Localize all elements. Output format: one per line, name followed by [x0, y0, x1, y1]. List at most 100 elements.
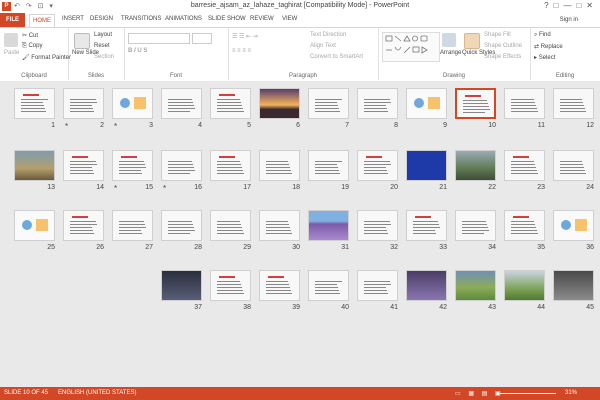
select-button[interactable]: ▸ Select — [534, 54, 555, 61]
slide-text-line — [511, 108, 537, 109]
help-icon[interactable]: ? — [544, 1, 553, 10]
slide-thumbnail-37[interactable] — [161, 270, 202, 301]
tab-transitions[interactable]: TRANSITIONS — [121, 16, 161, 22]
font-size-select[interactable] — [192, 33, 212, 44]
shapes-gallery[interactable] — [382, 32, 440, 62]
section-button[interactable]: Section — [94, 54, 114, 60]
slide-thumbnail-38[interactable] — [210, 270, 251, 301]
maximize-icon[interactable]: □ — [576, 1, 586, 10]
tab-view[interactable]: VIEW — [282, 16, 297, 22]
bullets-icon[interactable]: ☰ ☰ ⇤ ⇥ — [232, 33, 258, 40]
slide-thumbnail-25[interactable] — [14, 210, 55, 241]
ribbon-display-icon[interactable]: □ — [554, 1, 564, 10]
find-button[interactable]: ⌕ Find — [534, 32, 551, 39]
language-indicator[interactable]: ENGLISH (UNITED STATES) — [58, 390, 136, 396]
arrange-button[interactable]: Arrange — [440, 50, 461, 56]
slide-thumbnail-12[interactable] — [553, 88, 594, 119]
slide-thumbnail-31[interactable] — [308, 210, 349, 241]
shape-effects-button[interactable]: Shape Effects — [484, 54, 521, 60]
slide-thumbnail-22[interactable] — [455, 150, 496, 181]
slide-thumbnail-24[interactable] — [553, 150, 594, 181]
slide-thumbnail-32[interactable] — [357, 210, 398, 241]
tab-animations[interactable]: ANIMATIONS — [165, 16, 202, 22]
slide-thumbnail-30[interactable] — [259, 210, 300, 241]
slide-thumbnail-7[interactable] — [308, 88, 349, 119]
slide-thumbnail-18[interactable] — [259, 150, 300, 181]
slide-thumbnail-13[interactable] — [14, 150, 55, 181]
cut-button[interactable]: ✂ Cut — [22, 32, 38, 39]
slide-thumbnail-40[interactable] — [308, 270, 349, 301]
paste-button[interactable]: Paste — [4, 50, 19, 56]
slide-thumbnail-27[interactable] — [112, 210, 153, 241]
slide-thumbnail-17[interactable] — [210, 150, 251, 181]
minimize-icon[interactable]: — — [563, 1, 576, 10]
shape-fill-button[interactable]: Shape Fill — [484, 32, 511, 38]
ribbon: Paste ✂ Cut ⎘ Copy 🖌 Format Painter Clip… — [0, 27, 600, 82]
slide-thumbnail-1[interactable] — [14, 88, 55, 119]
format-painter-button[interactable]: 🖌 Format Painter — [22, 54, 71, 61]
slide-thumbnail-39[interactable] — [259, 270, 300, 301]
tab-insert[interactable]: INSERT — [62, 16, 84, 22]
slide-thumbnail-21[interactable] — [406, 150, 447, 181]
slide-thumbnail-10[interactable] — [455, 88, 496, 119]
slide-thumbnail-4[interactable] — [161, 88, 202, 119]
slide-thumbnail-44[interactable] — [504, 270, 545, 301]
sign-in-link[interactable]: Sign in — [560, 17, 578, 23]
text-direction-button[interactable]: Text Direction — [310, 32, 346, 38]
slide-thumbnail-5[interactable] — [210, 88, 251, 119]
font-family-select[interactable] — [128, 33, 190, 44]
slide-thumbnail-45[interactable] — [553, 270, 594, 301]
slide-thumbnail-29[interactable] — [210, 210, 251, 241]
slide-thumbnail-41[interactable] — [357, 270, 398, 301]
slide-thumbnail-35[interactable] — [504, 210, 545, 241]
slide-thumbnail-33[interactable] — [406, 210, 447, 241]
arrange-icon[interactable] — [442, 33, 456, 47]
slide-thumbnail-36[interactable] — [553, 210, 594, 241]
close-icon[interactable]: ✕ — [586, 1, 598, 10]
slide-thumbnail-2[interactable] — [63, 88, 104, 119]
window-controls[interactable]: ?□—□✕ — [544, 1, 598, 10]
bold-icon[interactable]: B I U S — [128, 48, 147, 54]
slide-thumbnail-28[interactable] — [161, 210, 202, 241]
tab-slide-show[interactable]: SLIDE SHOW — [208, 16, 246, 22]
align-icon[interactable]: ≡ ≡ ≡ ≡ — [232, 48, 251, 54]
slide-thumbnail-6[interactable] — [259, 88, 300, 119]
copy-button[interactable]: ⎘ Copy — [22, 43, 42, 50]
slide-thumbnail-20[interactable] — [357, 150, 398, 181]
view-buttons-icon[interactable]: ▭ ▦ ▤ ▣ — [455, 390, 504, 397]
align-text-button[interactable]: Align Text — [310, 43, 336, 49]
slide-thumbnail-19[interactable] — [308, 150, 349, 181]
tab-review[interactable]: REVIEW — [250, 16, 274, 22]
tab-design[interactable]: DESIGN — [90, 16, 113, 22]
reset-button[interactable]: Reset — [94, 43, 110, 49]
slide-thumbnail-26[interactable] — [63, 210, 104, 241]
slide-thumbnail-14[interactable] — [63, 150, 104, 181]
new-slide-icon[interactable] — [74, 33, 90, 49]
slide-text-line — [463, 103, 488, 104]
zoom-level[interactable]: 31% — [565, 390, 577, 396]
zoom-slider[interactable] — [500, 393, 556, 394]
replace-button[interactable]: ⇄ Replace — [534, 43, 563, 50]
slide-thumbnail-8[interactable] — [357, 88, 398, 119]
slide-thumbnail-11[interactable] — [504, 88, 545, 119]
layout-button[interactable]: Layout — [94, 32, 112, 38]
tab-home[interactable]: HOME — [29, 14, 55, 28]
slide-thumbnail-23[interactable] — [504, 150, 545, 181]
slide-thumbnail-43[interactable] — [455, 270, 496, 301]
slide-thumbnail-9[interactable] — [406, 88, 447, 119]
slide-thumbnail-34[interactable] — [455, 210, 496, 241]
slide-thumbnail-16[interactable] — [161, 150, 202, 181]
slide-text-line — [511, 170, 537, 171]
slide-text-line — [364, 281, 390, 282]
paste-icon[interactable] — [4, 33, 18, 47]
slide-text-line — [315, 164, 337, 165]
slide-thumbnail-42[interactable] — [406, 270, 447, 301]
slide-thumbnail-15[interactable] — [112, 150, 153, 181]
slide-thumbnail-3[interactable] — [112, 88, 153, 119]
convert-smartart-button[interactable]: Convert to SmartArt — [310, 54, 363, 60]
slide-title-line — [513, 216, 529, 218]
slide-text-line — [168, 161, 192, 162]
tab-file[interactable]: FILE — [0, 13, 25, 27]
shape-outline-button[interactable]: Shape Outline — [484, 43, 522, 49]
quick-styles-icon[interactable] — [464, 33, 480, 49]
